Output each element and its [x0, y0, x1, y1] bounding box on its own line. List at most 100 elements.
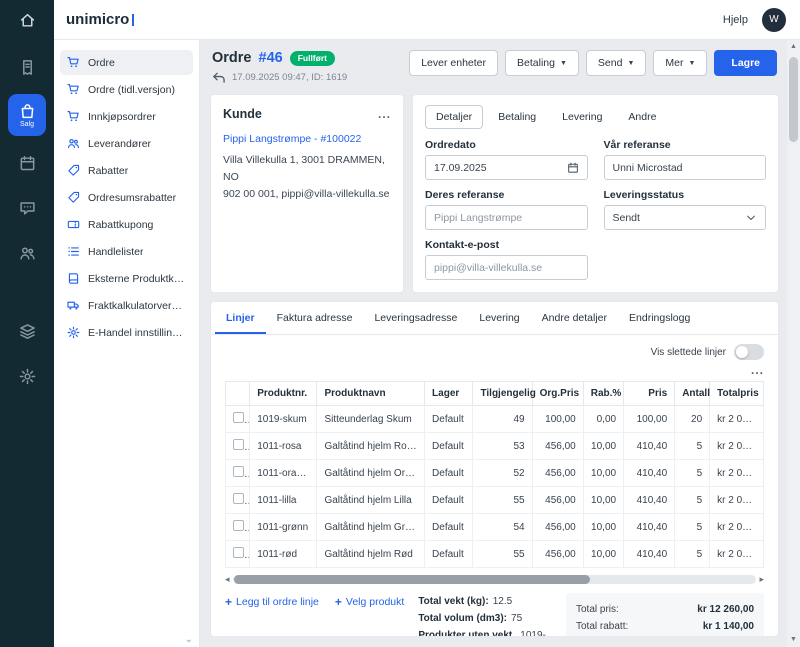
cell-antall[interactable]: 20	[675, 406, 710, 433]
sidebar-item-icon	[67, 110, 80, 123]
sidebar-item[interactable]: Ordre (tidl.versjon)	[60, 77, 193, 102]
lines-tab[interactable]: Levering	[468, 302, 530, 334]
sidebar-scroll-chevron-icon[interactable]: ⌄	[185, 634, 193, 645]
cell-antall[interactable]: 5	[675, 541, 710, 568]
sidebar-item[interactable]: Eksterne Produktkataloger	[60, 266, 193, 291]
our-reference-input[interactable]	[604, 155, 767, 180]
cell-antall[interactable]: 5	[675, 487, 710, 514]
show-deleted-toggle[interactable]	[734, 344, 764, 360]
people-icon	[19, 245, 36, 262]
sidebar-item[interactable]: Handlelister	[60, 239, 193, 264]
add-order-line-link[interactable]: + Legg til ordre linje	[225, 595, 319, 609]
cell-totalpris: kr 2 052,00	[710, 460, 764, 487]
select-product-link[interactable]: + Velg produkt	[335, 595, 404, 609]
cell-antall[interactable]: 5	[675, 433, 710, 460]
cell-antall[interactable]: 5	[675, 460, 710, 487]
details-tab[interactable]: Betaling	[487, 105, 547, 129]
payment-dropdown-button[interactable]: Betaling▼	[505, 50, 579, 76]
details-tab[interactable]: Detaljer	[425, 105, 483, 129]
table-row[interactable]: 1011-rosa Galtåtind hjelm Rosa Default 5…	[226, 433, 764, 460]
sidebar-item[interactable]: Ordre	[60, 50, 193, 75]
details-tab[interactable]: Andre	[617, 105, 667, 129]
table-menu-button[interactable]: ...	[751, 364, 764, 376]
cell-pris[interactable]: 410,40	[624, 541, 675, 568]
save-button[interactable]: Lagre	[714, 50, 777, 76]
their-reference-input[interactable]	[425, 205, 588, 230]
deliver-units-button[interactable]: Lever enheter	[409, 50, 498, 76]
sidebar-item[interactable]: E-Handel innstillinger	[60, 320, 193, 345]
avatar[interactable]: W	[762, 8, 786, 32]
cell-pris[interactable]: 410,40	[624, 487, 675, 514]
layers-rail-icon[interactable]	[8, 313, 46, 349]
row-checkbox[interactable]	[233, 520, 244, 531]
sidebar-item[interactable]: Ordresumsrabatter	[60, 185, 193, 210]
orders-rail-icon[interactable]	[8, 49, 46, 85]
lines-tab[interactable]: Endringslogg	[618, 302, 701, 334]
sidebar-item-icon	[67, 137, 80, 150]
cell-lager: Default	[425, 460, 473, 487]
cell-rabatt: 10,00	[583, 433, 623, 460]
row-checkbox[interactable]	[233, 493, 244, 504]
send-dropdown-button[interactable]: Send▼	[586, 50, 646, 76]
cell-pris[interactable]: 410,40	[624, 460, 675, 487]
order-date-input[interactable]: 17.09.2025	[425, 155, 588, 180]
hscroll-track[interactable]	[233, 575, 757, 584]
sidebar-item[interactable]: Innkjøpsordrer	[60, 104, 193, 129]
sidebar-item[interactable]: Leverandører	[60, 131, 193, 156]
scroll-down-arrow[interactable]: ▼	[790, 636, 797, 644]
row-checkbox[interactable]	[233, 547, 244, 558]
calendar-icon	[567, 162, 579, 174]
checkbox-cell	[226, 514, 250, 541]
lines-tab[interactable]: Andre detaljer	[531, 302, 618, 334]
lines-tab[interactable]: Faktura adresse	[266, 302, 364, 334]
sidebar-item[interactable]: Rabattkupong	[60, 212, 193, 237]
home-icon-glyph	[19, 12, 36, 29]
back-button[interactable]	[212, 71, 225, 84]
table-row[interactable]: 1011-grønn Galtåtind hjelm Grønn Default…	[226, 514, 764, 541]
delivery-status-select[interactable]: Sendt	[604, 205, 767, 230]
cell-pris[interactable]: 410,40	[624, 514, 675, 541]
send-dropdown-label: Send	[598, 57, 623, 69]
cell-rabatt: 10,00	[583, 460, 623, 487]
cell-pris[interactable]: 410,40	[624, 433, 675, 460]
row-checkbox[interactable]	[233, 466, 244, 477]
sidebar-item-icon	[67, 272, 80, 285]
help-link[interactable]: Hjelp	[723, 14, 748, 26]
more-dropdown-button[interactable]: Mer▼	[653, 50, 707, 76]
cell-produktnr: 1011-lilla	[250, 487, 317, 514]
sidebar-item-label: Eksterne Produktkataloger	[88, 273, 186, 285]
table-row[interactable]: 1011-rød Galtåtind hjelm Rød Default 55 …	[226, 541, 764, 568]
details-tab[interactable]: Levering	[551, 105, 613, 129]
contact-email-input[interactable]	[425, 255, 588, 280]
chevron-down-icon: ▼	[688, 60, 695, 67]
contacts-rail-icon[interactable]	[8, 235, 46, 271]
calendar-rail-icon[interactable]	[8, 145, 46, 181]
cell-totalpris: kr 2 052,00	[710, 433, 764, 460]
customer-menu-button[interactable]: ...	[378, 108, 391, 120]
table-row[interactable]: 1019-skum Sitteunderlag Skum Default 49 …	[226, 406, 764, 433]
lines-tab[interactable]: Linjer	[215, 302, 266, 334]
table-row[interactable]: 1011-lilla Galtåtind hjelm Lilla Default…	[226, 487, 764, 514]
cell-tilgjengelig: 49	[473, 406, 532, 433]
vscroll-thumb[interactable]	[789, 57, 798, 142]
settings-rail-icon[interactable]	[8, 358, 46, 394]
cell-pris[interactable]: 100,00	[624, 406, 675, 433]
lines-tab[interactable]: Leveringsadresse	[363, 302, 468, 334]
sales-rail-item-active[interactable]: Salg	[8, 94, 46, 136]
cell-tilgjengelig: 55	[473, 487, 532, 514]
cell-orgpris: 456,00	[532, 541, 583, 568]
table-row[interactable]: 1011-oransje Galtåtind hjelm Oransje Def…	[226, 460, 764, 487]
home-icon[interactable]	[0, 0, 54, 40]
row-checkbox[interactable]	[233, 412, 244, 423]
vscroll-track[interactable]	[789, 53, 798, 633]
row-checkbox[interactable]	[233, 439, 244, 450]
customer-link[interactable]: Pippi Langstrømpe - #100022	[223, 133, 391, 145]
scroll-left-arrow[interactable]: ◂	[225, 575, 230, 584]
hscroll-thumb[interactable]	[234, 575, 590, 584]
scroll-up-arrow[interactable]: ▲	[790, 43, 797, 51]
sidebar-item[interactable]: Rabatter	[60, 158, 193, 183]
scroll-right-arrow[interactable]: ▸	[759, 575, 764, 584]
cell-antall[interactable]: 5	[675, 514, 710, 541]
sidebar-item[interactable]: Fraktkalkulatorverktøy	[60, 293, 193, 318]
chat-rail-icon[interactable]	[8, 190, 46, 226]
